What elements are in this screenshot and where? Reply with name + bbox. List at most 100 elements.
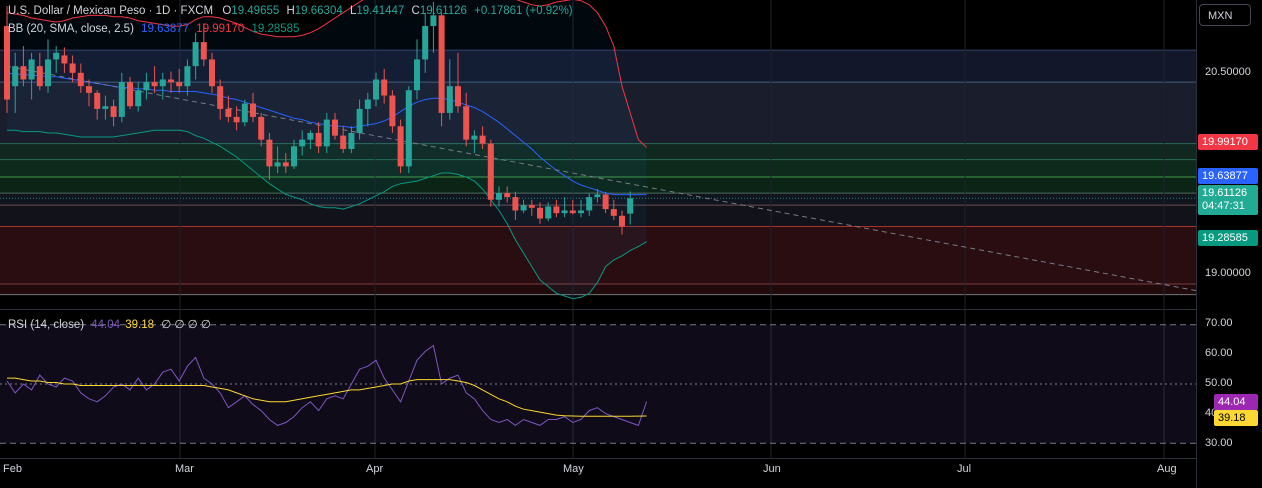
bar-countdown: 04:47:31 xyxy=(1202,200,1245,212)
bb-lower-price-label: 19.28585 xyxy=(1198,230,1258,246)
candle-body xyxy=(463,106,470,140)
high-value: 19.66304 xyxy=(294,5,343,17)
rsi-ma-value-label: 39.18 xyxy=(1214,410,1258,426)
time-tick-apr: Apr xyxy=(366,463,384,475)
rsi-legend[interactable]: RSI (14, close) 44.04 39.18 ∅ ∅ ∅ ∅ xyxy=(8,317,211,331)
chart-canvas[interactable] xyxy=(0,0,1262,488)
candle xyxy=(438,12,445,127)
bb-upper-value: 19.99170 xyxy=(196,23,245,35)
candle-body xyxy=(471,135,478,140)
rsi-tick-30: 30.00 xyxy=(1205,437,1233,449)
candle-body xyxy=(102,106,109,109)
candle-body xyxy=(282,162,289,167)
candle-body xyxy=(266,139,273,167)
candle-body xyxy=(561,210,568,214)
candle-body xyxy=(291,146,297,167)
price-zone-band xyxy=(0,283,1196,295)
symbol-title: U.S. Dollar / Mexican Peso · 1D · FXCM xyxy=(8,5,214,17)
rsi-tick-50: 50.00 xyxy=(1205,377,1233,389)
candle-body xyxy=(241,103,248,123)
candle-body xyxy=(77,72,84,87)
candle-body xyxy=(315,132,322,147)
rsi-legend-extra: ∅ ∅ ∅ ∅ xyxy=(161,319,211,331)
candle-body xyxy=(373,79,379,100)
time-tick-aug: Aug xyxy=(1157,463,1177,475)
candle-body xyxy=(356,108,363,133)
bb-basis-value: 19.63877 xyxy=(141,23,190,35)
candle-body xyxy=(159,79,166,87)
candle-body xyxy=(578,210,584,214)
candle-body xyxy=(487,143,494,200)
candle-body xyxy=(4,26,10,100)
candle-body xyxy=(405,90,412,167)
bb-legend[interactable]: BB (20, SMA, close, 2.5) 19.63877 19.991… xyxy=(8,23,299,35)
candle-body xyxy=(299,139,306,147)
candle-body xyxy=(200,42,207,60)
candle-body xyxy=(553,206,560,214)
candle-body xyxy=(455,86,461,107)
candle-body xyxy=(381,79,388,96)
candle-body xyxy=(36,66,43,87)
candle-body xyxy=(528,205,535,208)
candle-body xyxy=(512,197,519,211)
time-tick-may: May xyxy=(563,463,584,475)
time-tick-jul: Jul xyxy=(957,463,972,475)
candle-body xyxy=(520,205,527,211)
close-label: C xyxy=(411,5,420,17)
bb-lower-value: 19.28585 xyxy=(251,23,300,35)
rsi-legend-value: 44.04 xyxy=(91,319,121,331)
candle-body xyxy=(348,132,355,149)
last-price-value: 19.61126 xyxy=(1202,187,1248,199)
candle-body xyxy=(192,42,199,67)
candle-body xyxy=(414,59,420,91)
symbol-legend[interactable]: U.S. Dollar / Mexican Peso · 1D · FXCM O… xyxy=(8,5,573,17)
candle-body xyxy=(537,207,543,219)
candle xyxy=(241,99,248,127)
candle-body xyxy=(69,63,76,73)
candle xyxy=(405,86,412,174)
candle-body xyxy=(307,132,314,140)
rsi-pane xyxy=(0,324,1196,444)
candle-body xyxy=(446,86,453,113)
candle-body xyxy=(217,86,224,109)
candle-body xyxy=(168,79,174,83)
time-tick-feb: Feb xyxy=(3,463,22,475)
candle-body xyxy=(627,198,634,214)
rsi-tick-70: 70.00 xyxy=(1205,317,1233,329)
candle-body xyxy=(94,92,101,109)
time-tick-jun: Jun xyxy=(763,463,781,475)
candle-body xyxy=(28,59,35,80)
open-label: O xyxy=(222,5,232,17)
candle-body xyxy=(110,106,117,117)
candle-body xyxy=(545,206,552,219)
bb-basis-price-label: 19.63877 xyxy=(1198,168,1258,184)
candle-body xyxy=(20,66,27,80)
candle-body xyxy=(397,126,404,167)
candle-body xyxy=(619,215,625,227)
bb-legend-label: BB (20, SMA, close, 2.5) xyxy=(8,23,134,35)
bb-upper-price-label: 19.99170 xyxy=(1198,134,1258,150)
candle-body xyxy=(340,135,347,149)
candle-body xyxy=(364,99,371,109)
candle-body xyxy=(496,193,502,200)
rsi-value-label: 44.04 xyxy=(1214,394,1258,410)
candle-body xyxy=(323,119,330,147)
close-value: 19.61126 xyxy=(419,5,467,17)
rsi-ma-legend-value: 39.18 xyxy=(125,319,155,331)
candle-body xyxy=(610,209,617,216)
candle-body xyxy=(151,82,158,87)
candle-body xyxy=(569,210,576,214)
candle-body xyxy=(422,26,429,60)
candle-body xyxy=(258,116,265,140)
change-value: +0.17861 (+0.92%) xyxy=(474,5,573,17)
last-price-label: 19.61126 04:47:31 xyxy=(1198,185,1258,215)
rsi-tick-60: 60.00 xyxy=(1205,347,1233,359)
currency-button[interactable]: MXN xyxy=(1199,4,1251,26)
low-value: 19.41447 xyxy=(356,5,405,17)
candle-body xyxy=(389,95,396,127)
price-tick-19-0: 19.00000 xyxy=(1205,267,1251,279)
candle-body xyxy=(438,15,445,113)
candle-body xyxy=(586,197,593,211)
candle-body xyxy=(143,82,150,91)
candle-body xyxy=(53,52,60,60)
